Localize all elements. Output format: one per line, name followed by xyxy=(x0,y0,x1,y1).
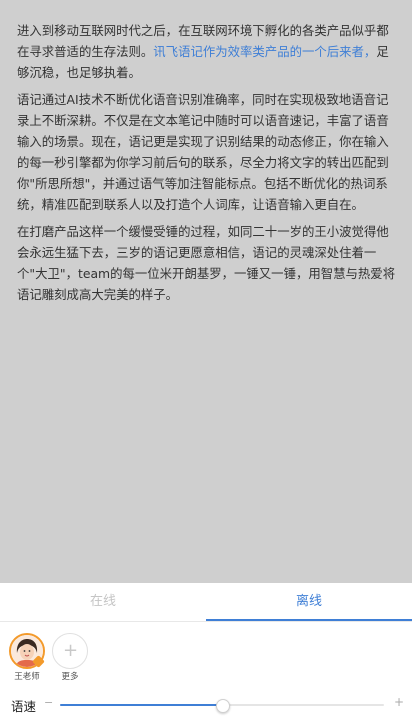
voice-settings-panel: 在线 离线 王老师 + 更多 语速 − + xyxy=(0,583,412,720)
tab-offline[interactable]: 离线 xyxy=(206,583,412,621)
article-content: 进入到移动互联网时代之后，在互联网环境下孵化的各类产品似乎都在寻求普适的生存法则… xyxy=(0,0,412,583)
voice-name: 王老师 xyxy=(14,672,40,682)
speech-rate-label: 语速 xyxy=(11,699,37,714)
speed-increase-icon[interactable]: + xyxy=(394,695,404,709)
highlight-link[interactable]: 讯飞语记作为效率类产品的一个后来者， xyxy=(153,44,376,59)
article-paragraph-2: 语记通过AI技术不断优化语音识别准确率，同时在实现极致地语音记录上不断深耕。不仅… xyxy=(17,92,389,212)
speech-rate-slider[interactable] xyxy=(60,699,384,713)
article-paragraph-3: 在打磨产品这样一个缓慢受锤的过程，如同二十一岁的王小波觉得他会永远生猛下去，三岁… xyxy=(17,224,396,302)
plus-icon: + xyxy=(63,640,79,661)
tab-online[interactable]: 在线 xyxy=(0,583,206,621)
speech-rate-row: 语速 − + xyxy=(0,694,412,716)
slider-thumb[interactable] xyxy=(216,699,230,713)
engine-tabs: 在线 离线 xyxy=(0,583,412,622)
article-paragraph-1: 进入到移动互联网时代之后，在互联网环境下孵化的各类产品似乎都在寻求普适的生存法则… xyxy=(17,20,398,83)
speed-decrease-icon[interactable]: − xyxy=(44,696,53,709)
active-tab-indicator xyxy=(206,619,412,621)
voice-option-more[interactable]: + 更多 xyxy=(50,633,90,683)
voice-name: 更多 xyxy=(61,672,79,682)
slider-fill xyxy=(60,704,222,706)
more-circle: + xyxy=(52,633,88,669)
